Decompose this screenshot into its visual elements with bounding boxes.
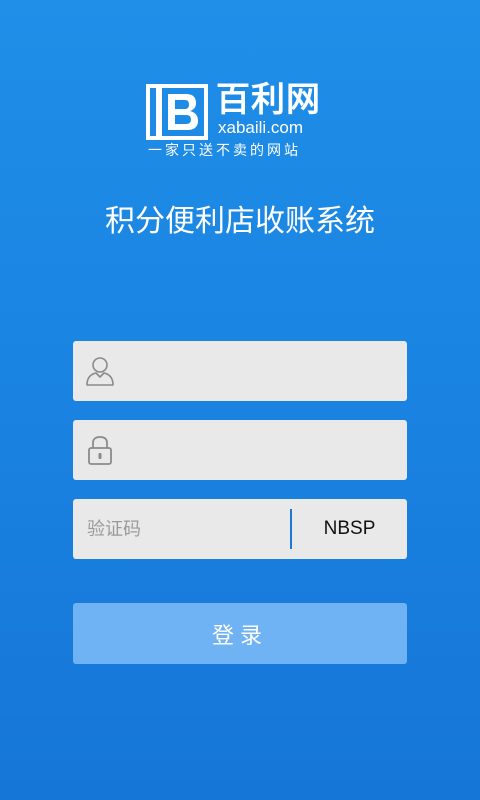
page-title: 积分便利店收账系统 [105, 204, 375, 239]
logo-slogan: 一家只送不卖的网站 [148, 143, 301, 159]
password-input[interactable] [129, 420, 391, 480]
logo-brand-name: 百利网 [216, 80, 321, 120]
user-icon [86, 357, 114, 386]
username-field[interactable] [73, 341, 407, 401]
captcha-field[interactable]: NBSP [73, 499, 407, 559]
password-field[interactable] [73, 420, 407, 480]
logo-domain: xabaili.com [218, 118, 304, 137]
lock-icon [88, 436, 112, 465]
login-button[interactable]: 登录 [73, 603, 407, 664]
logo: 百利网 xabaili.com 一家只送不卖的网站 [146, 80, 346, 162]
username-input[interactable] [129, 341, 391, 401]
logo-mark-icon [146, 84, 208, 140]
captcha-code-button[interactable]: NBSP [292, 499, 407, 559]
